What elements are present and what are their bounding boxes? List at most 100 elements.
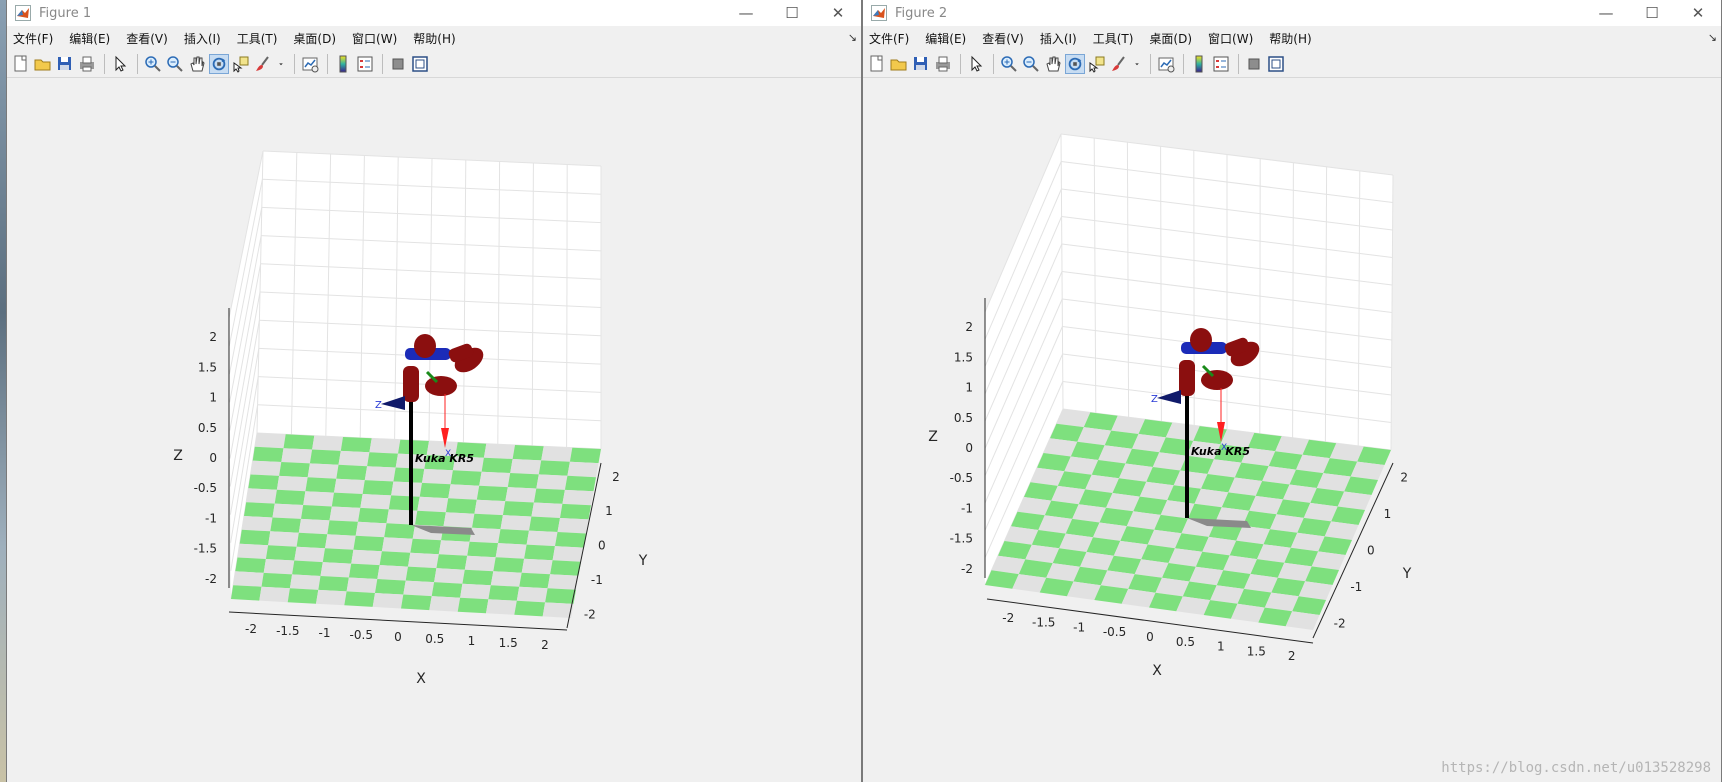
close-icon[interactable]: ✕ bbox=[1675, 0, 1721, 26]
zoom-out-icon[interactable] bbox=[165, 54, 185, 74]
new-figure-icon[interactable] bbox=[11, 54, 31, 74]
floor-tile bbox=[351, 549, 382, 566]
insert-colorbar-icon[interactable] bbox=[333, 54, 353, 74]
save-icon[interactable] bbox=[55, 54, 75, 74]
rotate-3d-icon[interactable] bbox=[1065, 53, 1085, 74]
floor-tile bbox=[377, 565, 408, 581]
save-icon[interactable] bbox=[911, 54, 931, 74]
window-title: Figure 1 bbox=[39, 5, 92, 21]
data-cursor-icon[interactable] bbox=[1087, 54, 1107, 74]
floor-tile bbox=[381, 537, 413, 553]
floor-tile bbox=[479, 471, 511, 488]
menu-file[interactable]: 文件(F) bbox=[869, 30, 909, 47]
title-bar[interactable]: Figure 1 — ☐ ✕ bbox=[7, 0, 861, 26]
robot-joint-2 bbox=[1190, 328, 1212, 352]
y-tick-label: 2 bbox=[1400, 471, 1408, 485]
robot-link-1 bbox=[1179, 360, 1195, 396]
axes-3d-plot[interactable]: -2 -1.5 -1 -0.5 0 0.5 1 1.5 2 -2 -1 0 1 2 -2 -1.5 -1 -0.5… bbox=[863, 78, 1722, 782]
x-tick-label: 1.5 bbox=[499, 636, 518, 650]
data-cursor-icon[interactable] bbox=[231, 54, 251, 74]
print-icon[interactable] bbox=[77, 54, 97, 74]
y-axis-label: Y bbox=[638, 553, 648, 569]
floor-tile bbox=[403, 580, 435, 597]
maximize-icon[interactable]: ☐ bbox=[1629, 0, 1675, 26]
edit-plot-icon[interactable] bbox=[966, 54, 986, 74]
new-figure-icon[interactable] bbox=[867, 54, 887, 74]
brush-menu-icon[interactable] bbox=[1131, 54, 1143, 74]
menu-desktop[interactable]: 桌面(D) bbox=[293, 30, 336, 47]
title-bar[interactable]: Figure 2 — ☐ ✕ bbox=[863, 0, 1721, 26]
brush-menu-icon[interactable] bbox=[275, 54, 287, 74]
hide-plot-tools-icon[interactable] bbox=[1244, 54, 1264, 74]
minimize-icon[interactable]: — bbox=[723, 0, 769, 26]
x-axis-label: X bbox=[1152, 663, 1162, 679]
y-tick-label: 0 bbox=[1367, 544, 1375, 558]
matlab-logo-icon bbox=[15, 5, 31, 21]
menu-window[interactable]: 窗口(W) bbox=[352, 30, 397, 47]
floor-tile bbox=[254, 433, 286, 449]
floor-tile bbox=[235, 557, 266, 573]
menu-file[interactable]: 文件(F) bbox=[13, 30, 53, 47]
hide-plot-tools-icon[interactable] bbox=[388, 54, 408, 74]
toolbar-separator bbox=[327, 53, 328, 74]
maximize-icon[interactable]: ☐ bbox=[769, 0, 815, 26]
floor-tile bbox=[564, 475, 596, 492]
z-tick-label: -2 bbox=[205, 572, 217, 586]
figure-window-1[interactable]: Figure 1 — ☐ ✕ 文件(F) 编辑(E) 查看(V) 插入(I) 工… bbox=[6, 0, 862, 782]
insert-legend-icon[interactable] bbox=[355, 54, 375, 74]
minimize-icon[interactable]: — bbox=[1583, 0, 1629, 26]
toolbar-separator bbox=[1150, 53, 1151, 74]
floor-tile bbox=[307, 463, 339, 479]
zoom-in-icon[interactable] bbox=[143, 54, 163, 74]
menu-help[interactable]: 帮助(H) bbox=[413, 30, 455, 47]
pan-icon[interactable] bbox=[1043, 54, 1063, 74]
dock-arrow-icon[interactable]: ↘ bbox=[1708, 31, 1717, 44]
menu-tools[interactable]: 工具(T) bbox=[1093, 30, 1134, 47]
menu-tools[interactable]: 工具(T) bbox=[237, 30, 278, 47]
axes-3d-plot[interactable]: -2 -1.5 -1 -0.5 0 0.5 1 1.5 2 -2 -1 0 1 2 -2 -1.5 -1 -0.5… bbox=[7, 78, 862, 782]
show-plot-tools-icon[interactable] bbox=[1266, 54, 1286, 74]
floor-tile bbox=[538, 460, 570, 476]
z-axis-label: Z bbox=[928, 429, 938, 445]
zoom-in-icon[interactable] bbox=[999, 54, 1019, 74]
robot-name-label: Kuka KR5 bbox=[1191, 445, 1250, 458]
menu-edit[interactable]: 编辑(E) bbox=[69, 30, 110, 47]
brush-icon[interactable] bbox=[253, 54, 273, 74]
floor-tile bbox=[322, 548, 354, 564]
close-icon[interactable]: ✕ bbox=[815, 0, 861, 26]
insert-colorbar-icon[interactable] bbox=[1189, 54, 1209, 74]
floor-tile bbox=[410, 538, 442, 555]
menu-help[interactable]: 帮助(H) bbox=[1269, 30, 1311, 47]
brush-icon[interactable] bbox=[1109, 54, 1129, 74]
menu-insert[interactable]: 插入(I) bbox=[1040, 30, 1077, 47]
rotate-3d-icon[interactable] bbox=[209, 53, 229, 74]
floor-tile bbox=[379, 551, 411, 567]
print-icon[interactable] bbox=[933, 54, 953, 74]
open-file-icon[interactable] bbox=[889, 54, 909, 74]
pan-icon[interactable] bbox=[187, 54, 207, 74]
floor-tile bbox=[375, 579, 406, 595]
menu-edit[interactable]: 编辑(E) bbox=[925, 30, 966, 47]
link-plot-icon[interactable] bbox=[1156, 54, 1176, 74]
floor-tile bbox=[369, 438, 401, 454]
figure-window-2[interactable]: Figure 2 — ☐ ✕ 文件(F) 编辑(E) 查看(V) 插入(I) 工… bbox=[862, 0, 1722, 782]
insert-legend-icon[interactable] bbox=[1211, 54, 1231, 74]
floor-tile bbox=[263, 559, 295, 575]
show-plot-tools-icon[interactable] bbox=[410, 54, 430, 74]
menu-view[interactable]: 查看(V) bbox=[982, 30, 1024, 47]
floor-tile bbox=[457, 597, 489, 614]
open-file-icon[interactable] bbox=[33, 54, 53, 74]
dock-arrow-icon[interactable]: ↘ bbox=[848, 31, 857, 44]
floor-tile bbox=[325, 534, 356, 550]
menu-view[interactable]: 查看(V) bbox=[126, 30, 168, 47]
menu-insert[interactable]: 插入(I) bbox=[184, 30, 221, 47]
link-plot-icon[interactable] bbox=[300, 54, 320, 74]
zoom-out-icon[interactable] bbox=[1021, 54, 1041, 74]
edit-plot-icon[interactable] bbox=[110, 54, 130, 74]
menu-desktop[interactable]: 桌面(D) bbox=[1149, 30, 1192, 47]
x-tick-label: 0.5 bbox=[1176, 635, 1195, 649]
floor-tile bbox=[448, 484, 480, 500]
frame-z-text: Z bbox=[1151, 394, 1158, 405]
x-tick-label: 0 bbox=[394, 630, 402, 644]
menu-window[interactable]: 窗口(W) bbox=[1208, 30, 1253, 47]
